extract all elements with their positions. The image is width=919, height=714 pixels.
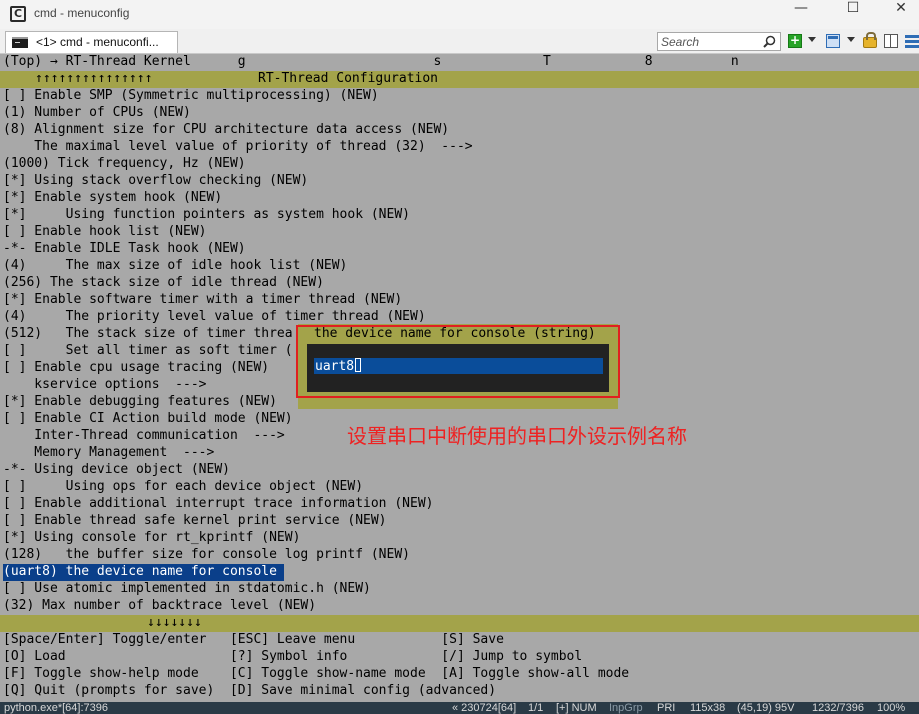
status-pos: 1/1: [528, 702, 544, 714]
menu-item[interactable]: (1000) Tick frequency, Hz (NEW): [3, 156, 246, 173]
menu-item[interactable]: (8) Alignment size for CPU architecture …: [3, 122, 449, 139]
search-icon[interactable]: [763, 35, 776, 48]
minimize-button[interactable]: —: [778, 0, 824, 29]
tab-label: <1> cmd - menuconfi...: [36, 35, 159, 49]
console-icon: [12, 37, 28, 48]
menu-item[interactable]: [ ] Set all timer as soft timer (: [3, 343, 293, 360]
menu-item[interactable]: [ ] Enable additional interrupt trace in…: [3, 496, 433, 513]
status-coord: (45,19) 95V: [737, 702, 795, 714]
menu-item[interactable]: Inter-Thread communication --->: [3, 428, 284, 445]
menu-item-selected[interactable]: (uart8) the device name for console: [3, 564, 277, 581]
menu-item[interactable]: [*] Enable software timer with a timer t…: [3, 292, 402, 309]
menu-item[interactable]: [ ] Enable cpu usage tracing (NEW): [3, 360, 269, 377]
close-button[interactable]: ✕: [878, 0, 919, 29]
menu-item[interactable]: [*] Enable system hook (NEW): [3, 190, 222, 207]
scroll-down-indicator: ↓↓↓↓↓↓↓: [147, 615, 202, 630]
menu-item[interactable]: [*] Using function pointers as system ho…: [3, 207, 410, 224]
menu-item[interactable]: The maximal level value of priority of t…: [3, 139, 472, 156]
status-pri: PRI: [657, 702, 676, 714]
menu-item[interactable]: [*] Using stack overflow checking (NEW): [3, 173, 308, 190]
tab-console-1[interactable]: <1> cmd - menuconfi...: [5, 31, 178, 53]
menu-item[interactable]: Memory Management --->: [3, 445, 214, 462]
title-bar: C cmd - menuconfig — ☐ ✕: [0, 0, 919, 29]
footer-band: [0, 615, 919, 632]
status-zoom: 100%: [877, 702, 906, 714]
menu-item[interactable]: (128) the buffer size for console log pr…: [3, 547, 410, 564]
menu-item[interactable]: (512) The stack size of timer threa: [3, 326, 293, 343]
menu-item[interactable]: (1) Number of CPUs (NEW): [3, 105, 191, 122]
status-process[interactable]: python.exe*[64]:7396: [4, 702, 108, 714]
menu-item[interactable]: (4) The max size of idle hook list (NEW): [3, 258, 347, 275]
menu-item[interactable]: [*] Enable debugging features (NEW): [3, 394, 277, 411]
annotation-text: 设置串口中断使用的串口外设示例名称: [347, 424, 687, 448]
status-build: « 230724[64]: [452, 702, 517, 714]
help-line: [Space/Enter] Toggle/enter [ESC] Leave m…: [3, 632, 504, 647]
menu-item[interactable]: kservice options --->: [3, 377, 206, 394]
split-pane-icon[interactable]: [884, 34, 898, 48]
annotation-highlight-box: [296, 325, 620, 398]
app-icon: C: [10, 6, 26, 22]
help-line: [O] Load [?] Symbol info [/] Jump to sym…: [3, 649, 583, 664]
menu-icon[interactable]: [905, 34, 919, 48]
page-title: RT-Thread Configuration: [258, 71, 439, 86]
status-pid: 1232/7396: [812, 702, 864, 714]
chevron-down-icon[interactable]: [808, 37, 816, 42]
search-input[interactable]: Search: [657, 32, 781, 51]
menu-item[interactable]: [ ] Enable CI Action build mode (NEW): [3, 411, 293, 428]
help-line: [Q] Quit (prompts for save) [D] Save min…: [3, 683, 497, 698]
terminal-area[interactable]: (Top) → RT-Thread Kernel g s T 8 n ↑↑↑↑↑…: [0, 54, 919, 702]
search-placeholder: Search: [661, 35, 700, 49]
status-size: 115x38: [690, 702, 726, 714]
chevron-down-icon[interactable]: [847, 37, 855, 42]
menu-item[interactable]: [ ] Enable SMP (Symmetric multiprocessin…: [3, 88, 379, 105]
menu-item[interactable]: -*- Enable IDLE Task hook (NEW): [3, 241, 246, 258]
window-title: cmd - menuconfig: [34, 6, 130, 20]
lock-icon[interactable]: [863, 32, 877, 48]
status-bar: python.exe*[64]:7396 « 230724[64] 1/1 [+…: [0, 702, 919, 714]
menu-item[interactable]: [ ] Enable hook list (NEW): [3, 224, 207, 241]
help-line: [F] Toggle show-help mode [C] Toggle sho…: [3, 666, 630, 681]
menu-item[interactable]: (256) The stack size of idle thread (NEW…: [3, 275, 324, 292]
menu-item[interactable]: [ ] Using ops for each device object (NE…: [3, 479, 363, 496]
maximize-button[interactable]: ☐: [830, 0, 876, 29]
tab-bar: <1> cmd - menuconfi... Search +: [0, 29, 919, 54]
scroll-up-indicator: ↑↑↑↑↑↑↑↑↑↑↑↑↑↑↑: [35, 71, 153, 86]
menu-item[interactable]: [ ] Enable thread safe kernel print serv…: [3, 513, 387, 530]
status-inpgrp: InpGrp: [609, 702, 643, 714]
breadcrumb: (Top) → RT-Thread Kernel g s T 8 n: [3, 54, 739, 69]
add-console-icon[interactable]: +: [788, 34, 802, 48]
window-icon[interactable]: [826, 34, 840, 48]
menu-item[interactable]: (32) Max number of backtrace level (NEW): [3, 598, 316, 615]
menu-item[interactable]: -*- Using device object (NEW): [3, 462, 230, 479]
menu-item[interactable]: [ ] Use atomic implemented in stdatomic.…: [3, 581, 371, 598]
menu-item[interactable]: [*] Using console for rt_kprintf (NEW): [3, 530, 300, 547]
status-num: [+] NUM: [556, 702, 597, 714]
